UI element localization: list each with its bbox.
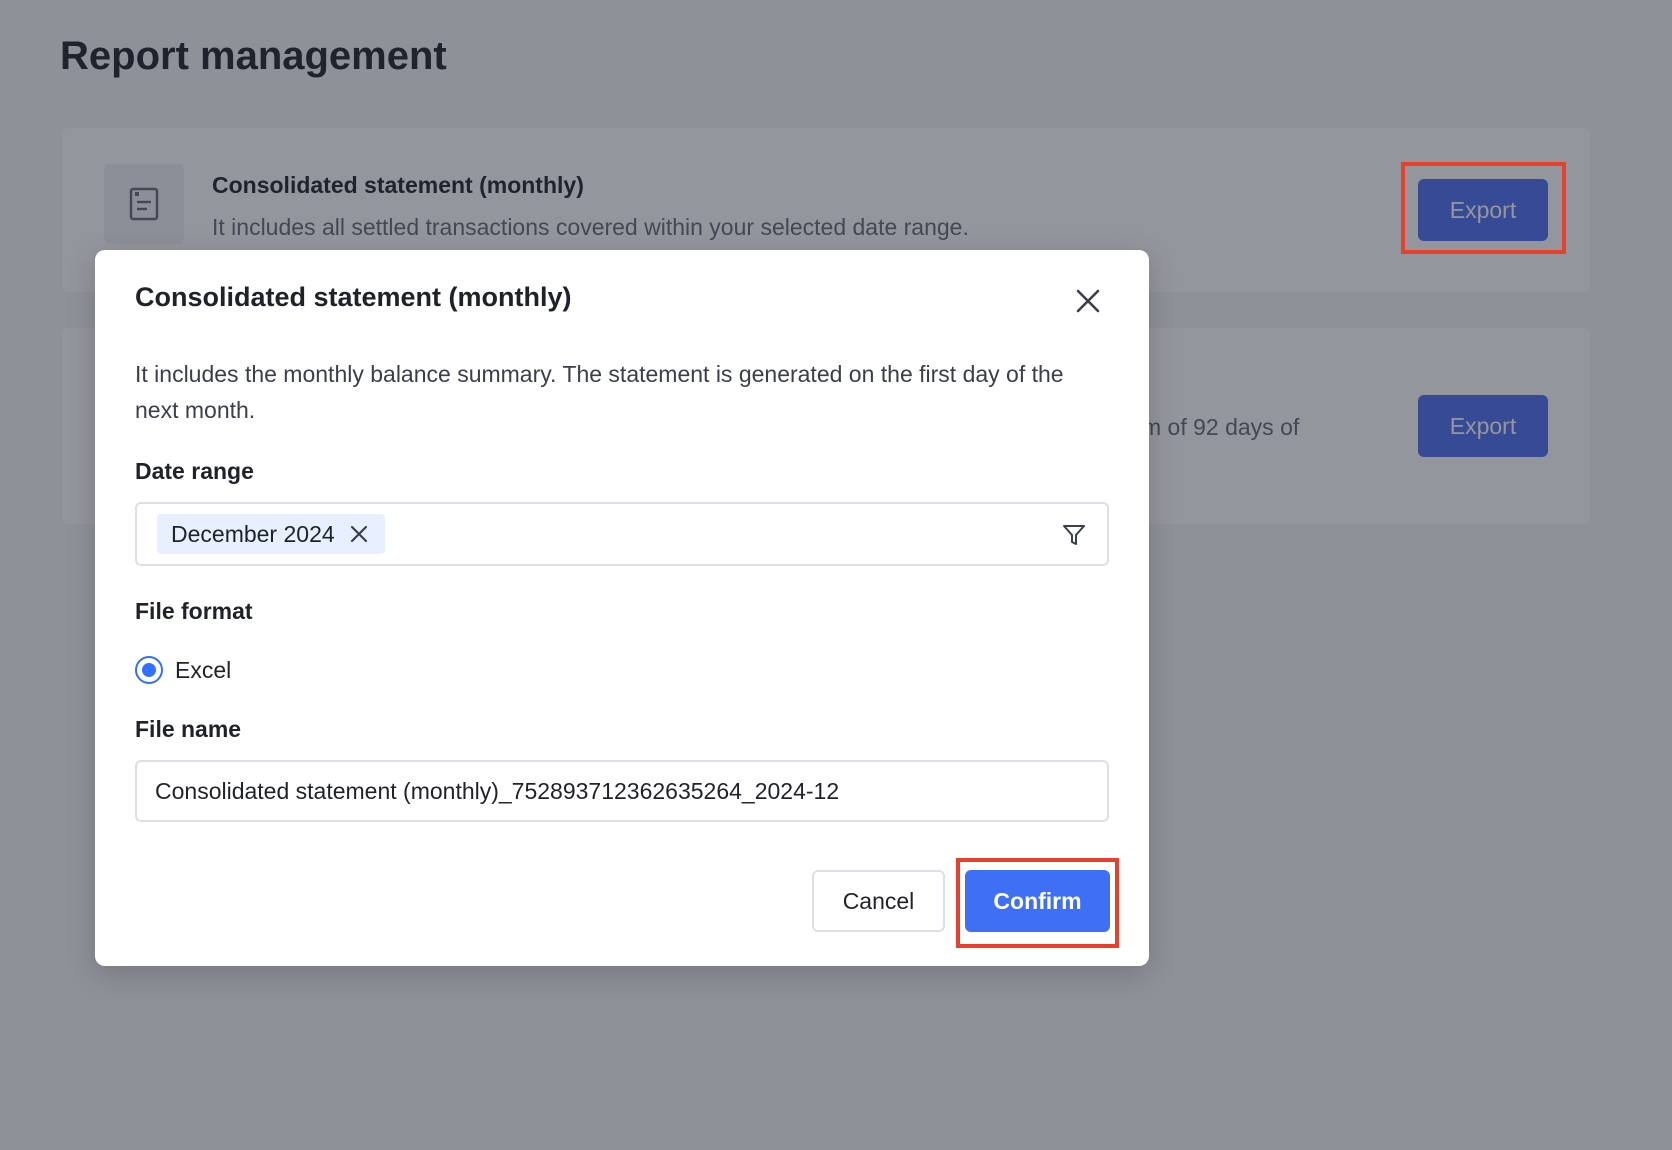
file-format-label: File format xyxy=(135,598,253,624)
file-name-input[interactable] xyxy=(135,760,1109,822)
tag-remove-icon[interactable] xyxy=(349,524,369,544)
dialog-title: Consolidated statement (monthly) xyxy=(135,282,572,312)
confirm-button[interactable]: Confirm xyxy=(965,870,1110,932)
date-range-tag: December 2024 xyxy=(157,514,385,554)
date-range-label: Date range xyxy=(135,458,254,484)
close-icon[interactable] xyxy=(1069,282,1107,320)
date-range-tag-label: December 2024 xyxy=(171,520,335,547)
file-format-option-excel[interactable]: Excel xyxy=(135,656,231,684)
radio-selected-dot xyxy=(142,663,156,677)
file-name-label: File name xyxy=(135,716,242,742)
date-range-select[interactable]: December 2024 xyxy=(135,502,1109,566)
export-dialog: Consolidated statement (monthly) It incl… xyxy=(95,250,1149,966)
excel-radio[interactable] xyxy=(135,656,163,684)
excel-radio-label: Excel xyxy=(175,656,232,683)
filter-icon[interactable] xyxy=(1061,522,1087,548)
cancel-button[interactable]: Cancel xyxy=(812,870,945,932)
dialog-description: It includes the monthly balance summary.… xyxy=(135,361,1064,423)
